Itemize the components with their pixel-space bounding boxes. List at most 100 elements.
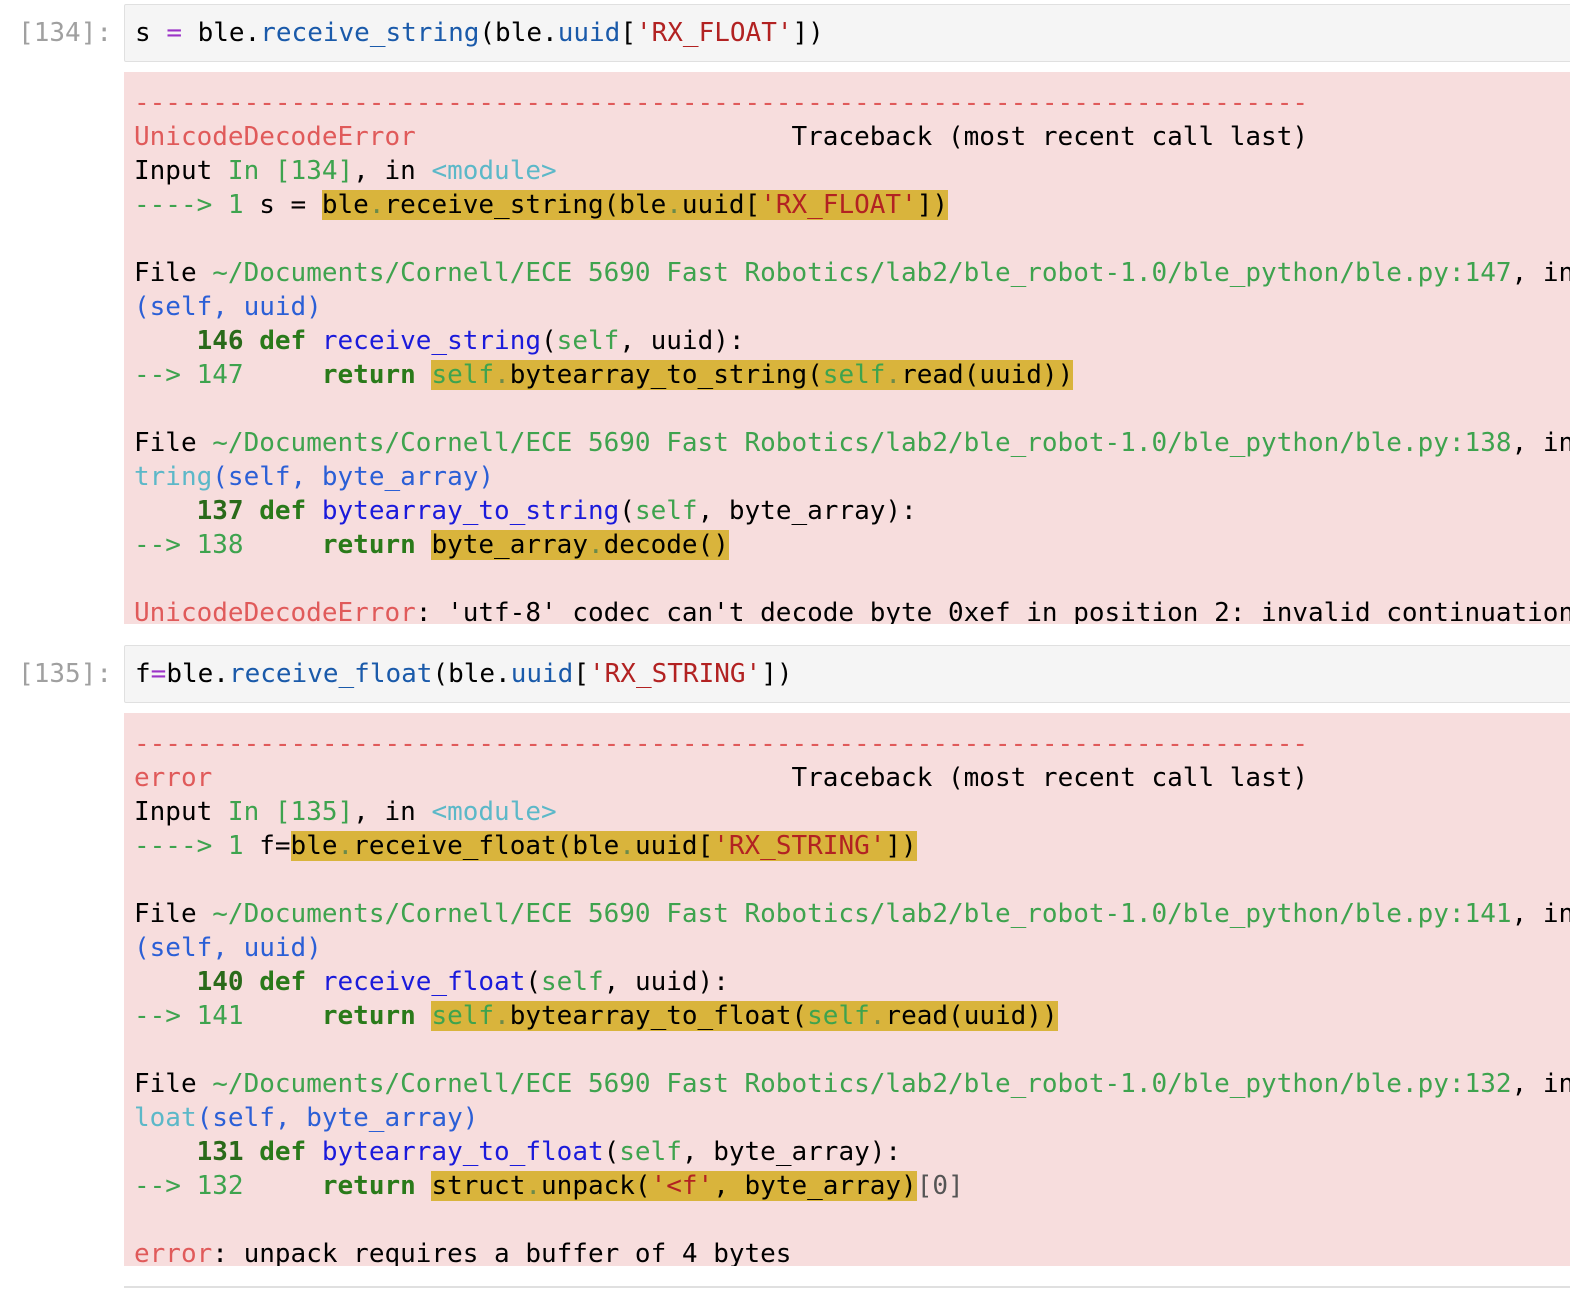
hl-token: struct xyxy=(431,1171,526,1201)
code-method: receive_float xyxy=(228,659,433,689)
code-token: , byte_array): xyxy=(681,1137,902,1167)
cell-prompt: [134]: xyxy=(18,18,112,48)
code-token: , uuid): xyxy=(603,967,729,997)
error-name: error xyxy=(134,1239,213,1266)
input-location: Input In [134], in <module> xyxy=(134,154,1570,188)
frame-def-line: 146 def receive_string(self, uuid): xyxy=(134,324,1570,358)
traceback-pad xyxy=(212,763,791,793)
frame-def-line: 137 def bytearray_to_string(self, byte_a… xyxy=(134,494,1570,528)
code-token: , uuid): xyxy=(619,326,745,356)
line-arrow: --> 132 xyxy=(134,1171,260,1201)
code-attribute: uuid xyxy=(557,18,621,48)
keyword: def xyxy=(259,496,307,526)
code-token: [ xyxy=(620,18,636,48)
frame-signature: loat(self, byte_array) xyxy=(134,1101,1570,1135)
input-module: <module> xyxy=(431,797,557,827)
frame-signature: (self, uuid) xyxy=(134,292,322,322)
code-token: ( xyxy=(541,326,557,356)
final-error-line: UnicodeDecodeError: 'utf-8' codec can't … xyxy=(134,596,1570,624)
traceback-separator: ----------------------------------------… xyxy=(134,88,1308,118)
code-token: ble. xyxy=(181,18,261,48)
code-input-cell[interactable]: s = ble.receive_string(ble.uuid['RX_FLOA… xyxy=(124,4,1570,62)
keyword: def xyxy=(259,967,307,997)
traceback-label: Traceback (most recent call last) xyxy=(791,122,1309,152)
hl-dot: . xyxy=(587,530,604,560)
line-arrow: --> 138 xyxy=(134,530,260,560)
arrow-marker: ----> 1 xyxy=(134,831,260,861)
hl-dot: . xyxy=(619,831,635,861)
file-prefix: File xyxy=(134,258,213,288)
function-name: bytearray_to_float xyxy=(321,1137,604,1167)
traceback-label: Traceback (most recent call last) xyxy=(791,763,1309,793)
input-in: In [135] xyxy=(227,797,354,827)
arrow-code: s = xyxy=(259,190,322,220)
frame-return-line: --> 132 return struct.unpack('<f', byte_… xyxy=(134,1169,1570,1203)
hl-token: ble xyxy=(321,190,369,220)
keyword: def xyxy=(259,326,307,356)
cell-prompt: [135]: xyxy=(18,659,112,689)
file-prefix: File xyxy=(134,899,213,929)
code-input-cell[interactable]: f=ble.receive_float(ble.uuid['RX_STRING'… xyxy=(124,645,1570,703)
hl-dot: . xyxy=(666,190,682,220)
hl-self: self xyxy=(431,360,495,390)
code-token: [0] xyxy=(916,1171,964,1201)
hl-self: self xyxy=(431,1001,495,1031)
signature-wrap: loat xyxy=(134,1103,197,1133)
code-self: self xyxy=(634,496,698,526)
input-mid: , in xyxy=(353,797,432,827)
keyword: def xyxy=(259,1137,307,1167)
code-token: ( xyxy=(525,967,542,997)
hl-string: 'RX_FLOAT' xyxy=(760,190,917,220)
file-path-link[interactable]: ~/Documents/Cornell/ECE 5690 Fast Roboti… xyxy=(212,428,1511,458)
error-name: UnicodeDecodeError xyxy=(134,598,416,624)
input-location: Input In [135], in <module> xyxy=(134,795,1570,829)
hl-token: receive_float(ble xyxy=(353,831,620,861)
hl-token: byte_array xyxy=(431,530,588,560)
traceback-header: error Traceback (most recent call last) xyxy=(134,761,1570,795)
function-name: bytearray_to_string xyxy=(321,496,620,526)
arrow-code: f= xyxy=(259,831,291,861)
hl-self: self xyxy=(807,1001,870,1031)
traceback-header: UnicodeDecodeError Traceback (most recen… xyxy=(134,120,1570,154)
frame-return-line: --> 141 return self.bytearray_to_float(s… xyxy=(134,999,1570,1033)
error-message: : 'utf-8' codec can't decode byte 0xef i… xyxy=(415,598,1570,624)
frame-file-line: File ~/Documents/Cornell/ECE 5690 Fast R… xyxy=(134,256,1570,290)
traceback-separator: ----------------------------------------… xyxy=(134,729,1308,759)
code-token: , byte_array): xyxy=(697,496,917,526)
code-token: f xyxy=(135,659,151,689)
file-path-link[interactable]: ~/Documents/Cornell/ECE 5690 Fast Roboti… xyxy=(212,1069,1511,1099)
file-path-link[interactable]: ~/Documents/Cornell/ECE 5690 Fast Roboti… xyxy=(212,899,1511,929)
file-prefix: File xyxy=(134,428,213,458)
frame-return-line: --> 147 return self.bytearray_to_string(… xyxy=(134,358,1570,392)
hl-dot: . xyxy=(525,1171,542,1201)
hl-string: 'RX_STRING' xyxy=(713,831,886,861)
frame-def-line: 131 def bytearray_to_float(self, byte_ar… xyxy=(134,1135,1570,1169)
file-path-link[interactable]: ~/Documents/Cornell/ECE 5690 Fast Roboti… xyxy=(212,258,1511,288)
code-string: 'RX_FLOAT' xyxy=(635,18,793,48)
hl-token: read(uuid)) xyxy=(901,360,1074,390)
line-number: 140 xyxy=(134,967,260,997)
input-prefix: Input xyxy=(134,797,228,827)
hl-token: ]) xyxy=(885,831,917,861)
error-name: error xyxy=(134,763,213,793)
highlighted-code: struct.unpack('<f', byte_array) xyxy=(431,1171,917,1201)
hl-dot: . xyxy=(494,1001,510,1031)
final-error-line: error: unpack requires a buffer of 4 byt… xyxy=(134,1237,1570,1266)
code-attribute: uuid xyxy=(510,659,574,689)
file-suffix: , in receive_float xyxy=(1511,899,1570,929)
file-suffix: , in bytearray_to_float xyxy=(1511,1069,1570,1099)
code-token: [ xyxy=(573,659,589,689)
hl-self: self xyxy=(822,360,886,390)
line-number: 146 xyxy=(134,326,260,356)
line-number: 131 xyxy=(134,1137,260,1167)
code-string: 'RX_STRING' xyxy=(589,659,762,689)
file-suffix: , in receive_string xyxy=(1511,258,1570,288)
frame-signature: (self, uuid) xyxy=(134,933,322,963)
hl-token: decode() xyxy=(603,530,729,560)
